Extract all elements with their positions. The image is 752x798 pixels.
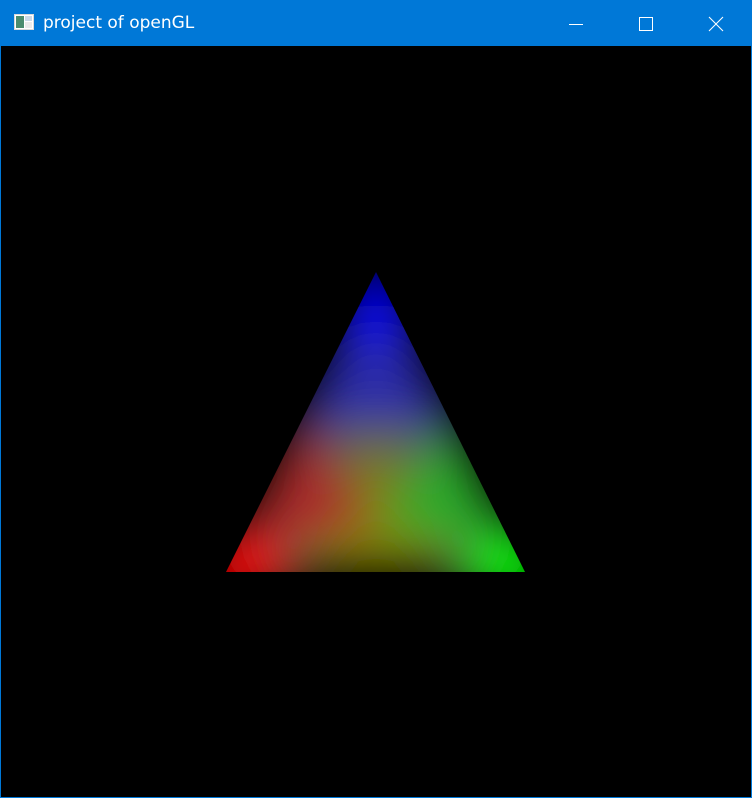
opengl-viewport[interactable] [1,46,751,797]
application-window: project of openGL [0,0,752,798]
window-title: project of openGL [43,13,195,33]
minimize-icon [569,23,583,25]
gradient-triangle [226,272,525,572]
close-button[interactable] [681,1,751,46]
title-bar[interactable]: project of openGL [1,1,751,46]
maximize-icon [639,16,653,31]
maximize-button[interactable] [611,1,681,46]
minimize-button[interactable] [541,1,611,46]
app-icon [14,14,34,30]
close-icon [708,16,724,31]
render-scene [226,272,525,572]
